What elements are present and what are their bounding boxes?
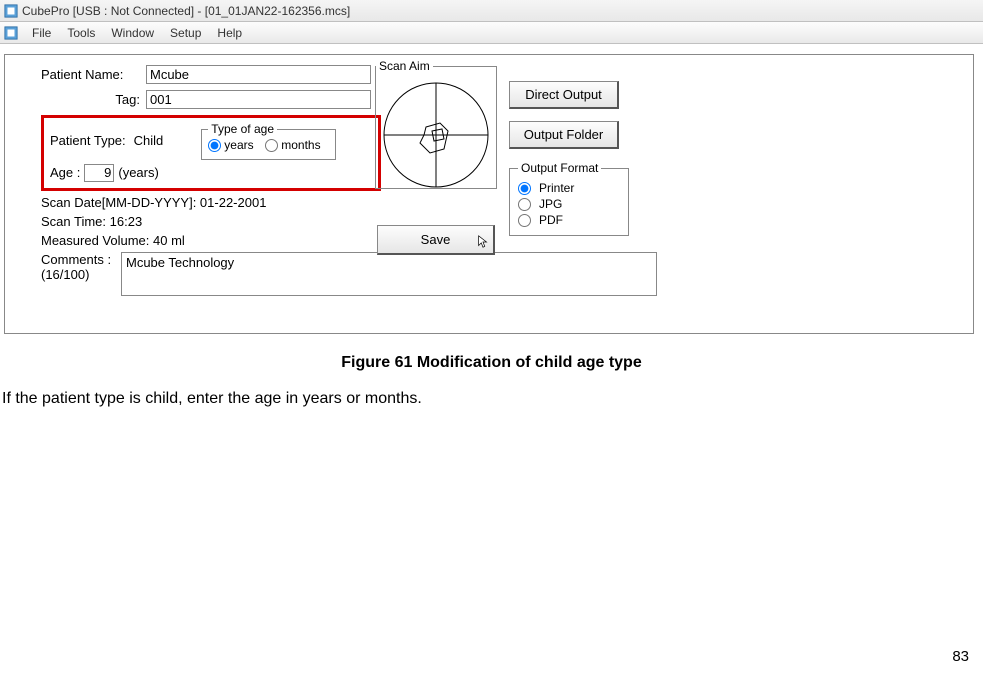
menu-tools[interactable]: Tools bbox=[59, 24, 103, 42]
radio-printer[interactable] bbox=[518, 182, 531, 195]
doc-body-text: If the patient type is child, enter the … bbox=[0, 390, 983, 408]
menu-help[interactable]: Help bbox=[209, 24, 250, 42]
save-button-label: Save bbox=[421, 232, 451, 247]
tag-input[interactable] bbox=[146, 90, 371, 109]
save-button[interactable]: Save bbox=[377, 225, 495, 255]
age-label: Age : bbox=[50, 165, 80, 180]
age-input[interactable] bbox=[84, 164, 114, 182]
scan-aim-display bbox=[382, 81, 490, 189]
radio-months-text: months bbox=[281, 138, 320, 152]
radio-years-label[interactable]: years bbox=[208, 138, 253, 152]
direct-output-button[interactable]: Direct Output bbox=[509, 81, 619, 109]
titlebar: CubePro [USB : Not Connected] - [01_01JA… bbox=[0, 0, 983, 22]
page-number: 83 bbox=[0, 648, 983, 665]
figure-caption: Figure 61 Modification of child age type bbox=[0, 354, 983, 372]
patient-name-label: Patient Name: bbox=[41, 67, 146, 82]
tag-label: Tag: bbox=[41, 92, 146, 107]
cursor-icon bbox=[477, 235, 489, 249]
radio-pdf[interactable] bbox=[518, 214, 531, 227]
content-area: Patient Name: Tag: Patient Type: Child T… bbox=[0, 44, 983, 338]
measured-volume-line: Measured Volume: 40 ml bbox=[41, 233, 959, 248]
app-window: CubePro [USB : Not Connected] - [01_01JA… bbox=[0, 0, 983, 338]
format-printer-row[interactable]: Printer bbox=[518, 181, 620, 195]
format-pdf-label: PDF bbox=[539, 213, 563, 227]
patient-type-value: Child bbox=[134, 133, 164, 148]
comments-label: Comments : bbox=[41, 252, 115, 267]
radio-years[interactable] bbox=[208, 139, 221, 152]
comments-input[interactable] bbox=[121, 252, 657, 296]
menu-file[interactable]: File bbox=[24, 24, 59, 42]
menu-window[interactable]: Window bbox=[103, 24, 162, 42]
scan-date-line: Scan Date[MM-DD-YYYY]: 01-22-2001 bbox=[41, 195, 959, 210]
scan-aim-panel: Scan Aim bbox=[375, 59, 497, 189]
radio-years-text: years bbox=[224, 138, 253, 152]
comments-counter: (16/100) bbox=[41, 267, 115, 282]
toolbar-icon bbox=[4, 26, 18, 40]
output-format-panel: Output Format Printer JPG PDF bbox=[509, 161, 629, 236]
patient-type-label: Patient Type: bbox=[50, 133, 126, 148]
format-printer-label: Printer bbox=[539, 181, 574, 195]
format-jpg-label: JPG bbox=[539, 197, 562, 211]
menu-setup[interactable]: Setup bbox=[162, 24, 209, 42]
app-icon bbox=[4, 4, 18, 18]
right-column: Direct Output Output Folder Output Forma… bbox=[509, 81, 629, 236]
scan-aim-legend: Scan Aim bbox=[376, 59, 433, 73]
radio-months-label[interactable]: months bbox=[265, 138, 320, 152]
scan-time-line: Scan Time: 16:23 bbox=[41, 214, 959, 229]
radio-jpg[interactable] bbox=[518, 198, 531, 211]
menubar: File Tools Window Setup Help bbox=[0, 22, 983, 44]
highlighted-age-box: Patient Type: Child Type of age years mo… bbox=[41, 115, 381, 191]
radio-months[interactable] bbox=[265, 139, 278, 152]
type-of-age-legend: Type of age bbox=[208, 122, 277, 136]
output-folder-button[interactable]: Output Folder bbox=[509, 121, 619, 149]
format-pdf-row[interactable]: PDF bbox=[518, 213, 620, 227]
main-panel: Patient Name: Tag: Patient Type: Child T… bbox=[4, 54, 974, 334]
patient-name-input[interactable] bbox=[146, 65, 371, 84]
output-format-legend: Output Format bbox=[518, 161, 601, 175]
age-unit: (years) bbox=[118, 165, 158, 180]
format-jpg-row[interactable]: JPG bbox=[518, 197, 620, 211]
titlebar-text: CubePro [USB : Not Connected] - [01_01JA… bbox=[22, 4, 350, 18]
